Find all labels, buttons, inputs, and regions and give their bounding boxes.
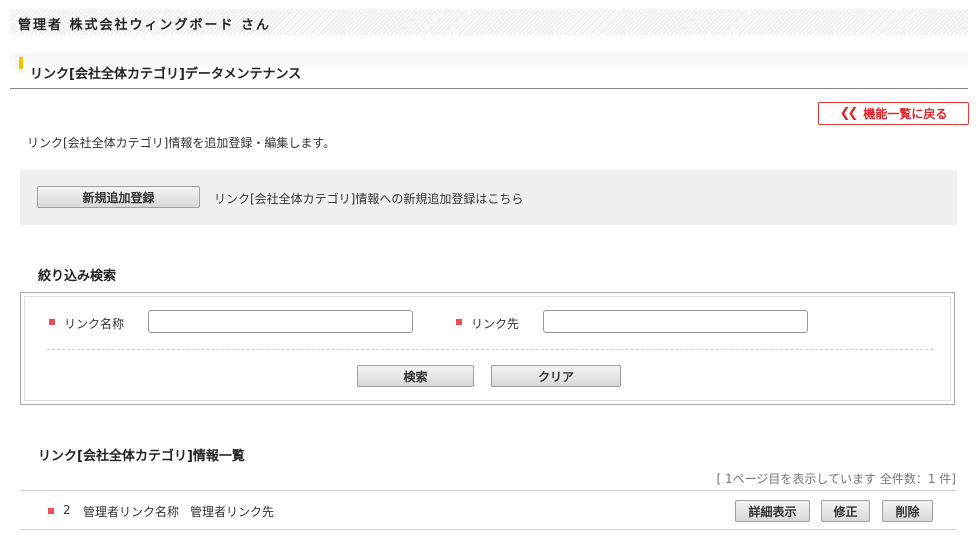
bullet-icon xyxy=(48,508,54,514)
clear-button[interactable]: クリア xyxy=(491,365,621,387)
link-name-input[interactable] xyxy=(148,310,413,333)
list-item: 2 管理者リンク名称 管理者リンク先 詳細表示 修正 削除 xyxy=(20,490,957,530)
page-title-bar: リンク[会社全体カテゴリ]データメンテナンス xyxy=(10,53,968,89)
add-section: 新規追加登録 リンク[会社全体カテゴリ]情報への新規追加登録はこちら xyxy=(20,170,957,225)
divider xyxy=(47,349,933,350)
page-title: リンク[会社全体カテゴリ]データメンテナンス xyxy=(30,67,302,82)
link-name-label: リンク名称 xyxy=(64,317,125,331)
link-target-input[interactable] xyxy=(543,310,808,333)
add-description: リンク[会社全体カテゴリ]情報への新規追加登録はこちら xyxy=(214,192,524,206)
user-greeting: 管理者 株式会社ウィングボード さん xyxy=(18,18,272,33)
back-to-menu-button[interactable]: ❮❮ 機能一覧に戻る xyxy=(818,102,969,125)
page-info: [ 1ページ目を表示しています 全件数：1 件] xyxy=(716,472,956,486)
row-id: 2 xyxy=(63,503,71,517)
search-button[interactable]: 検索 xyxy=(357,365,474,387)
search-panel-inner: リンク名称 リンク先 検索 クリア xyxy=(24,296,951,401)
search-panel: リンク名称 リンク先 検索 クリア xyxy=(20,292,955,405)
header-bar: 管理者 株式会社ウィングボード さん xyxy=(10,9,968,35)
search-heading: 絞り込み検索 xyxy=(38,269,117,284)
row-link-target: 管理者リンク先 xyxy=(190,505,275,519)
link-target-label: リンク先 xyxy=(471,317,520,331)
title-accent-mark xyxy=(19,57,23,69)
new-registration-button[interactable]: 新規追加登録 xyxy=(37,186,200,208)
edit-button[interactable]: 修正 xyxy=(821,500,870,522)
row-link-name: 管理者リンク名称 xyxy=(83,505,180,519)
delete-button[interactable]: 削除 xyxy=(882,500,933,522)
bullet-icon xyxy=(49,319,55,325)
detail-button[interactable]: 詳細表示 xyxy=(735,500,810,522)
intro-text: リンク[会社全体カテゴリ]情報を追加登録・編集します。 xyxy=(27,136,336,150)
double-chevron-left-icon: ❮❮ xyxy=(839,106,859,121)
back-to-menu-label: 機能一覧に戻る xyxy=(863,107,948,121)
list-heading: リンク[会社全体カテゴリ]情報一覧 xyxy=(38,449,245,464)
bullet-icon xyxy=(456,319,462,325)
